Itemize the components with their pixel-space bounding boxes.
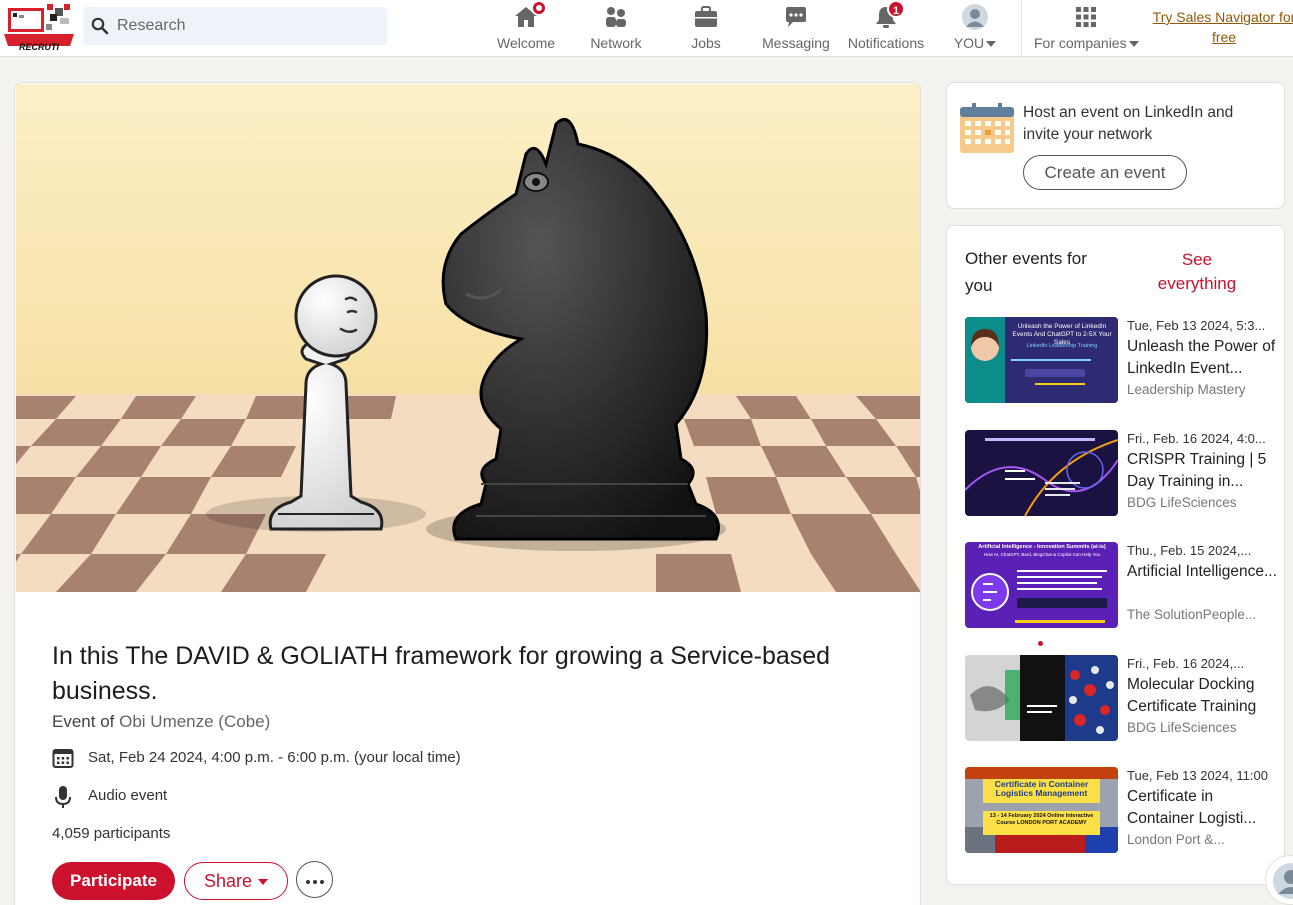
nav-label: Messaging bbox=[762, 35, 830, 51]
messaging-avatar[interactable] bbox=[1265, 855, 1293, 905]
event-host: BDG LifeSciences bbox=[1127, 720, 1237, 735]
event-list-item[interactable]: Unleash the Power of LinkedIn Events And… bbox=[965, 317, 1277, 405]
event-date: Thu., Feb. 15 2024,... bbox=[1127, 543, 1252, 558]
svg-text:RECRUTI: RECRUTI bbox=[19, 42, 59, 52]
chevron-down-icon bbox=[1128, 41, 1139, 48]
event-thumbnail-graphic bbox=[965, 430, 1118, 516]
event-name: Artificial Intelligence... bbox=[1127, 563, 1277, 580]
host-event-card: Host an event on LinkedIn and invite you… bbox=[946, 82, 1285, 209]
briefcase-icon bbox=[693, 4, 719, 30]
event-banner-image bbox=[16, 84, 920, 592]
network-icon bbox=[603, 4, 629, 30]
organizer-link[interactable]: Obi Umenze (Cobe) bbox=[119, 712, 270, 731]
create-event-button[interactable]: Create an event bbox=[1023, 155, 1187, 190]
nav-label: Network bbox=[590, 35, 642, 51]
event-organizer: Event of Obi Umenze (Cobe) bbox=[52, 712, 270, 732]
more-options-button[interactable] bbox=[296, 861, 333, 898]
participant-count: 4,059 participants bbox=[52, 825, 171, 842]
notification-count-badge: 1 bbox=[887, 0, 905, 18]
event-list-item[interactable]: Certificate in Container Logistics Manag… bbox=[965, 767, 1277, 855]
nav-label: Welcome bbox=[497, 35, 556, 51]
event-card: In this The DAVID & GOLIATH framework fo… bbox=[14, 82, 921, 905]
carousel-indicator-dot bbox=[1038, 641, 1043, 646]
nav-label: YOU bbox=[953, 35, 985, 51]
avatar bbox=[1273, 863, 1293, 899]
notification-dot bbox=[531, 0, 547, 16]
nav-label: Notifications bbox=[847, 35, 925, 51]
event-thumbnail: Certificate in Container Logistics Manag… bbox=[965, 767, 1118, 853]
event-name: Unleash the Power of LinkedIn Event... bbox=[1127, 338, 1276, 377]
event-thumbnail: Artificial Intelligence - Innovation Sum… bbox=[965, 542, 1118, 628]
share-button[interactable]: Share bbox=[184, 862, 288, 900]
event-thumbnail: Unleash the Power of LinkedIn Events And… bbox=[965, 317, 1118, 403]
search-icon bbox=[91, 17, 109, 35]
nav-for-companies[interactable]: For companies bbox=[1034, 4, 1139, 54]
search-bar[interactable] bbox=[83, 7, 387, 45]
chevron-down-icon bbox=[986, 41, 997, 48]
thumbnail-title: Certificate in Container Logistics Manag… bbox=[994, 779, 1089, 798]
share-label: Share bbox=[203, 870, 253, 891]
event-date: Fri., Feb. 16 2024,... bbox=[1127, 656, 1245, 671]
search-input[interactable] bbox=[117, 7, 377, 45]
participate-button[interactable]: Participate bbox=[52, 862, 175, 900]
avatar bbox=[962, 4, 988, 30]
organizer-prefix: Event of bbox=[52, 712, 115, 731]
nav-network[interactable]: Network bbox=[588, 4, 644, 54]
nav-you-menu[interactable]: YOU bbox=[950, 4, 1000, 54]
sales-navigator-link[interactable]: Try Sales Navigator for free bbox=[1152, 7, 1293, 47]
event-host: The SolutionPeople... bbox=[1127, 607, 1257, 622]
nav-divider bbox=[1021, 0, 1022, 57]
thumbnail-title: Artificial Intelligence - Innovation Sum… bbox=[978, 544, 1106, 550]
nav-notifications[interactable]: 1 Notifications bbox=[846, 0, 926, 54]
calendar-illustration-icon bbox=[960, 103, 1014, 153]
thumbnail-subtitle: LinkedIn Leadership Training bbox=[1026, 343, 1098, 349]
home-icon bbox=[513, 0, 547, 30]
nav-welcome[interactable]: Welcome bbox=[497, 0, 556, 54]
event-date: Tue, Feb 13 2024, 11:00 bbox=[1127, 768, 1268, 783]
thumbnail-subtitle: How AI, ChatGPT, Bard, BingChat & Copilo… bbox=[983, 552, 1101, 557]
nav-jobs[interactable]: Jobs bbox=[684, 4, 728, 54]
event-date: Tue, Feb 13 2024, 5:3... bbox=[1127, 318, 1266, 333]
event-host: London Port &... bbox=[1127, 832, 1225, 847]
event-list-item[interactable]: Artificial Intelligence - Innovation Sum… bbox=[965, 542, 1277, 630]
event-thumbnail-graphic bbox=[965, 655, 1118, 741]
thumbnail-subtitle: 13 - 14 February 2024 Online Interactive… bbox=[989, 813, 1094, 826]
nav-label: Jobs bbox=[691, 35, 721, 51]
see-everything-link[interactable]: See everything bbox=[1147, 248, 1247, 296]
event-thumbnail bbox=[965, 655, 1118, 741]
event-title: In this The DAVID & GOLIATH framework fo… bbox=[52, 642, 831, 705]
messaging-icon bbox=[783, 4, 809, 30]
calendar-icon bbox=[52, 749, 74, 768]
event-datetime: Sat, Feb 24 2024, 4:00 p.m. - 6:00 p.m. … bbox=[88, 749, 461, 766]
event-name: CRISPR Training | 5 Day Training in... bbox=[1127, 451, 1267, 490]
microphone-icon bbox=[55, 786, 71, 808]
event-host: BDG LifeSciences bbox=[1127, 495, 1237, 510]
grid-icon bbox=[1073, 4, 1099, 30]
event-list-item[interactable]: Fri., Feb. 16 2024, 4:0... CRISPR Traini… bbox=[965, 430, 1277, 518]
other-events-card: Other events for you See everything Unle… bbox=[946, 225, 1285, 885]
event-name: Certificate in Container Logisti... bbox=[1127, 788, 1257, 827]
nav-messaging[interactable]: Messaging bbox=[762, 4, 830, 54]
chevron-down-icon bbox=[258, 878, 269, 885]
other-events-heading: Other events for you bbox=[965, 249, 1087, 295]
recruti-logo[interactable]: RECRUTI bbox=[2, 2, 78, 52]
nav-label: For companies bbox=[1034, 35, 1127, 51]
event-date: Fri., Feb. 16 2024, 4:0... bbox=[1127, 431, 1266, 446]
event-list-item[interactable]: Fri., Feb. 16 2024,... Molecular Docking… bbox=[965, 655, 1277, 743]
event-type: Audio event bbox=[88, 787, 168, 804]
event-host: Leadership Mastery bbox=[1127, 382, 1246, 397]
event-thumbnail bbox=[965, 430, 1118, 516]
bell-icon: 1 bbox=[873, 0, 905, 30]
host-event-text: Host an event on LinkedIn and invite you… bbox=[1023, 104, 1234, 143]
top-navbar: RECRUTI Welcome Network bbox=[0, 0, 1293, 57]
event-name: Molecular Docking Certificate Training bbox=[1127, 676, 1257, 715]
